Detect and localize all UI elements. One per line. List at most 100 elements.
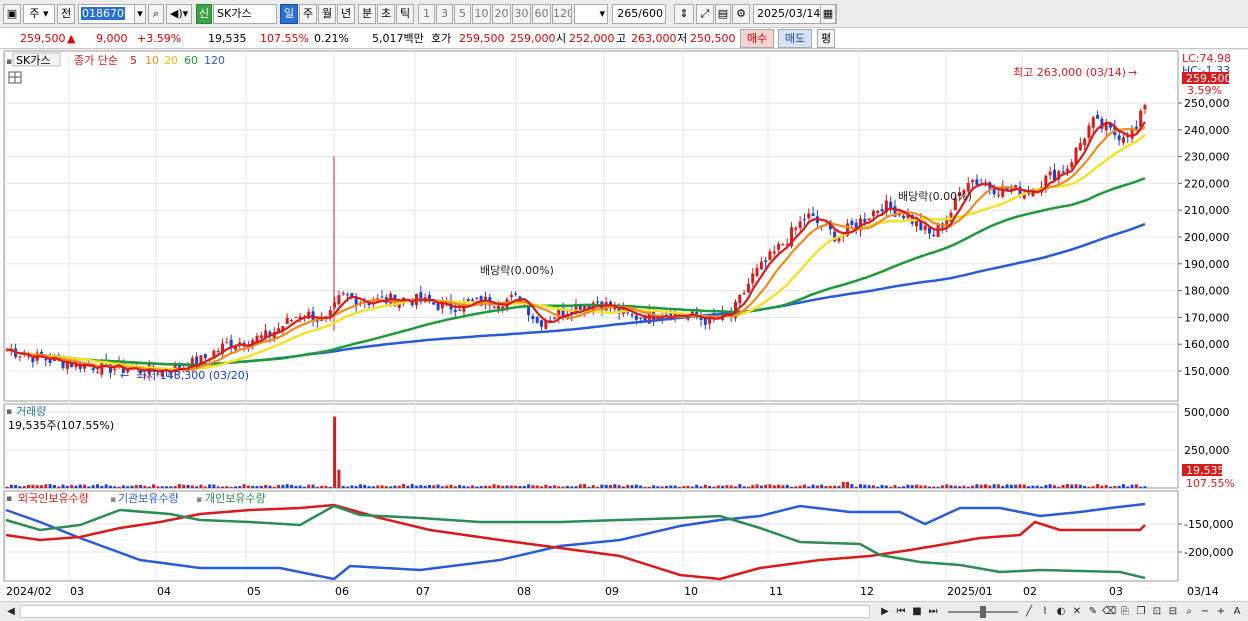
- num-20-button[interactable]: 20: [492, 4, 511, 24]
- code-value: 018670: [81, 7, 125, 20]
- bid-label: 호가: [431, 32, 452, 45]
- volume-bar: [893, 485, 897, 488]
- compare-icon[interactable]: ⤢: [696, 4, 714, 24]
- period-month-tab[interactable]: 월: [318, 4, 336, 24]
- volume-bar: [272, 486, 276, 488]
- legend-institution: 기관보유수량: [118, 492, 179, 505]
- text-tool-icon[interactable]: ⎘: [1118, 605, 1132, 619]
- num-60-button[interactable]: 60: [532, 4, 551, 24]
- period-minute-tab[interactable]: 분: [358, 4, 376, 24]
- volume-bar: [751, 485, 755, 488]
- volume-bar: [483, 485, 487, 488]
- volume-bar: [1130, 484, 1134, 488]
- num-120-button[interactable]: 120: [552, 4, 572, 24]
- volume-bar: [1117, 485, 1121, 488]
- candle-body: [471, 299, 475, 302]
- scroll-left-icon[interactable]: ◀: [4, 605, 18, 619]
- code-dropdown-icon[interactable]: ▾: [134, 4, 146, 24]
- scroll-track[interactable]: [20, 605, 870, 618]
- period-second-tab[interactable]: 초: [377, 4, 395, 24]
- period-year-tab[interactable]: 년: [337, 4, 355, 24]
- stop-icon[interactable]: ■: [910, 605, 924, 619]
- chart-area[interactable]: SK가스 ▪ 종가 단순 5 10 20 60 120 최고 263,000 (…: [0, 50, 1248, 601]
- price-tick-label: 190,000: [1184, 258, 1230, 271]
- period-tick-tab[interactable]: 틱: [396, 4, 414, 24]
- svg-text:▪: ▪: [110, 495, 116, 505]
- mode-select[interactable]: 주 ▾: [23, 4, 55, 24]
- indicator-icon[interactable]: ◐: [1054, 605, 1068, 619]
- settings-icon[interactable]: ⚙: [732, 4, 750, 24]
- zoom-search-icon[interactable]: ⌕: [1182, 605, 1196, 619]
- date-tick-label: 07: [416, 585, 430, 598]
- volume-bar: [660, 486, 664, 488]
- period-day-tab[interactable]: 일: [280, 4, 298, 24]
- volume-bar: [264, 484, 268, 488]
- volume-bar: [415, 485, 419, 488]
- volume-bar: [113, 486, 117, 488]
- volume-bar: [1052, 485, 1056, 488]
- calendar-icon[interactable]: ▦: [820, 4, 836, 24]
- num-10-button[interactable]: 10: [472, 4, 491, 24]
- volume-bar: [255, 485, 259, 488]
- chart-type-icon[interactable]: ⇕: [674, 4, 694, 24]
- candle-body: [453, 309, 457, 312]
- num-5-button[interactable]: 5: [454, 4, 471, 24]
- volume-bar: [544, 484, 548, 488]
- volume-bar: [1143, 486, 1147, 488]
- draw-line-icon[interactable]: ╱: [1022, 605, 1036, 619]
- sell-button[interactable]: 매도: [778, 29, 812, 48]
- prev-button[interactable]: 전: [57, 4, 75, 24]
- volume-bar: [371, 486, 375, 488]
- draw-tool-icon[interactable]: ⌇: [1038, 605, 1052, 619]
- save-icon[interactable]: ▤: [715, 4, 731, 24]
- custom-period-select[interactable]: ▾: [574, 4, 608, 24]
- search-icon[interactable]: ⌕: [148, 4, 164, 24]
- num-1-button[interactable]: 1: [418, 4, 435, 24]
- count-total: /600: [638, 7, 663, 20]
- sound-icon[interactable]: ◀)▾: [166, 4, 192, 24]
- price-tick-label: 240,000: [1184, 124, 1230, 137]
- window-icon[interactable]: ▣: [3, 4, 21, 24]
- last-date-label: 03/14: [1187, 585, 1219, 598]
- amount-value: 5,017백만: [372, 32, 424, 45]
- volume-bar: [39, 485, 43, 488]
- price-change: 9,000: [96, 32, 128, 45]
- volume-bar: [639, 485, 643, 488]
- count-field[interactable]: 265/600: [612, 4, 666, 24]
- erase-icon[interactable]: ⌫: [1102, 605, 1116, 619]
- zoom-slider-handle[interactable]: [980, 606, 986, 618]
- volume-bar: [824, 485, 828, 488]
- volume-bar: [1027, 486, 1031, 488]
- bottom-scrollbar: ◀ ▶ ⏮ ■ ⏭ ╱ ⌇ ◐ ✕ ✎ ⌫ ⎘ ❐ ⊡ ⊟ ⌕ − + A: [0, 601, 1248, 621]
- volume-bar: [940, 485, 944, 488]
- cross-icon[interactable]: ✕: [1070, 605, 1084, 619]
- volume-bar: [440, 486, 444, 488]
- num-30-button[interactable]: 30: [512, 4, 531, 24]
- image-icon[interactable]: ⊡: [1150, 605, 1164, 619]
- eval-button[interactable]: 평: [817, 29, 835, 48]
- volume-bar: [44, 484, 48, 488]
- volume-bar: [208, 484, 212, 488]
- period-week-tab[interactable]: 주: [299, 4, 317, 24]
- zoom-out-icon[interactable]: −: [1198, 605, 1212, 619]
- copy-icon[interactable]: ❐: [1134, 605, 1148, 619]
- volume-bar: [652, 485, 656, 488]
- candle-body: [915, 220, 919, 227]
- buy-button[interactable]: 매수: [740, 29, 774, 48]
- jump-start-icon[interactable]: ⏮: [894, 605, 908, 619]
- candle-body: [96, 372, 100, 374]
- zoom-in-icon[interactable]: +: [1214, 605, 1228, 619]
- num-3-button[interactable]: 3: [436, 4, 453, 24]
- font-size-icon[interactable]: A: [1230, 605, 1244, 619]
- candle-body: [746, 283, 750, 293]
- scroll-right-icon[interactable]: ▶: [878, 605, 892, 619]
- volume-bar: [790, 486, 794, 488]
- volume-bar: [397, 485, 401, 488]
- volume-bar: [1018, 484, 1022, 488]
- layout-icon[interactable]: ⊟: [1166, 605, 1180, 619]
- brush-icon[interactable]: ✎: [1086, 605, 1100, 619]
- candle-body: [113, 368, 117, 371]
- volume-bar: [1035, 485, 1039, 488]
- jump-end-icon[interactable]: ⏭: [926, 605, 940, 619]
- stock-name-field[interactable]: SK가스: [213, 4, 277, 24]
